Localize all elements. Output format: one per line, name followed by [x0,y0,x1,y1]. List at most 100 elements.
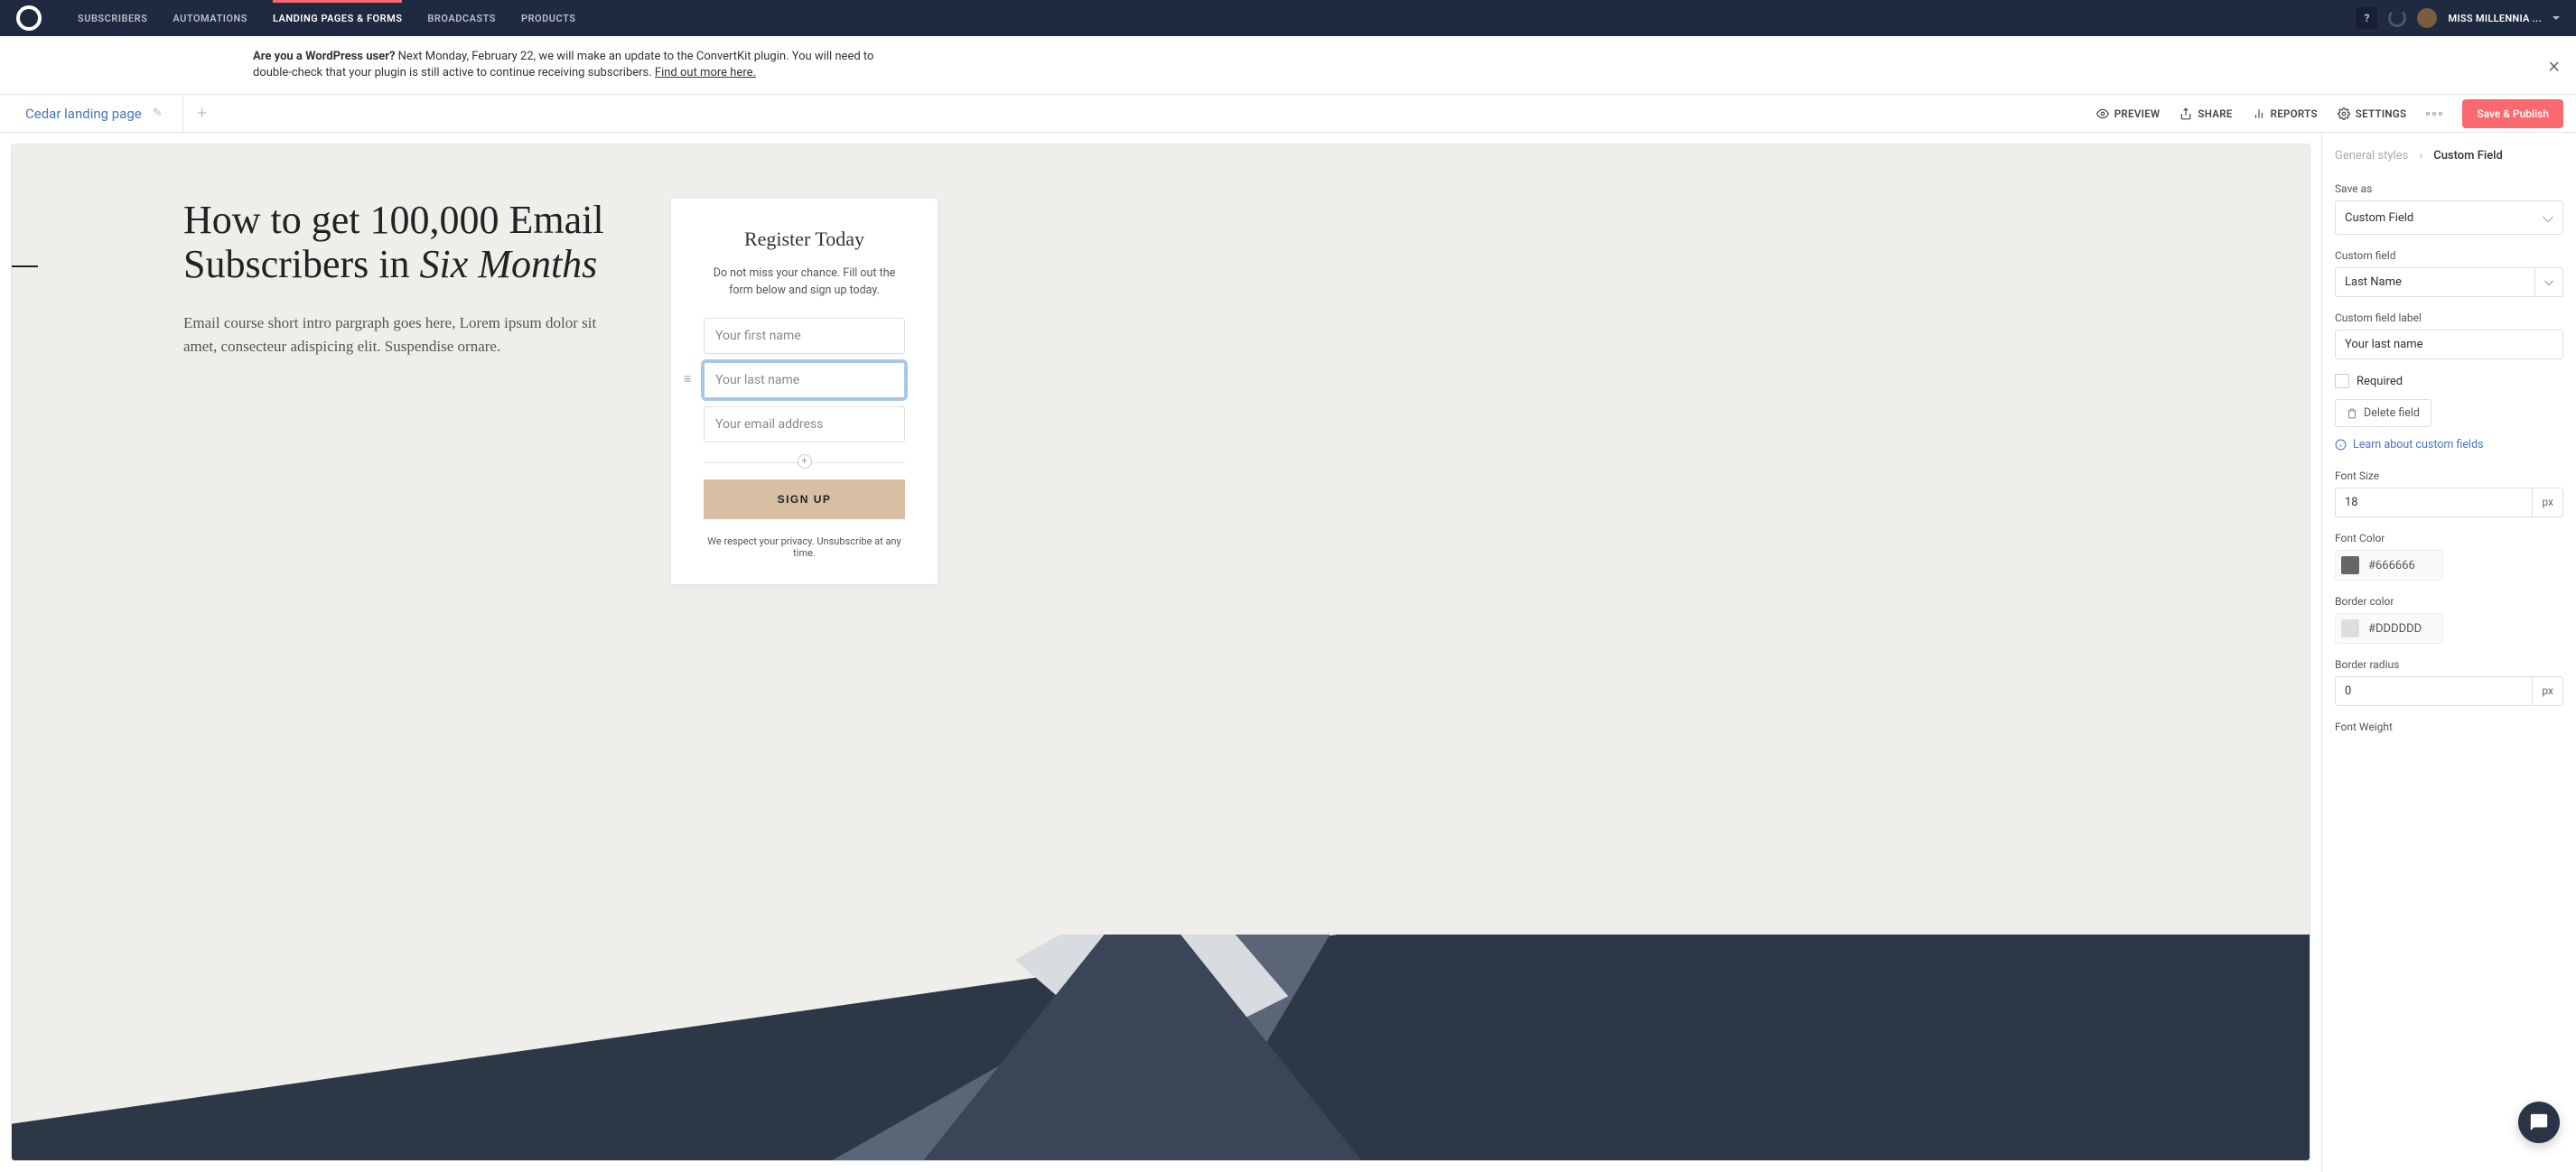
reports-button[interactable]: REPORTS [2253,107,2318,120]
info-icon [2335,439,2347,451]
nav-automations[interactable]: AUTOMATIONS [173,13,247,24]
banner-link[interactable]: Find out more here. [655,66,756,79]
nav-products[interactable]: PRODUCTS [521,13,575,24]
font-size-unit: px [2533,488,2563,517]
custom-field-select[interactable]: Last Name ⌵ [2335,267,2563,297]
share-label: SHARE [2198,107,2232,120]
border-radius-unit: px [2533,676,2563,706]
form-subtitle[interactable]: Do not miss your chance. Fill out the fo… [704,265,905,300]
logo-icon[interactable] [16,5,42,31]
font-color-swatch [2341,556,2359,574]
signup-button[interactable]: SIGN UP [704,479,905,519]
nav-landing-pages[interactable]: LANDING PAGES & FORMS [273,13,402,24]
font-color-value: #666666 [2368,559,2415,572]
properties-panel: General styles › Custom Field Save as Cu… [2321,133,2576,1172]
canvas: How to get 100,000 Email Subscribers in … [0,133,2321,1172]
settings-label: SETTINGS [2356,107,2407,120]
border-color-value: #DDDDDD [2368,622,2422,636]
main-area: How to get 100,000 Email Subscribers in … [0,133,2576,1172]
top-navbar: SUBSCRIBERS AUTOMATIONS LANDING PAGES & … [0,0,2576,36]
nav-broadcasts[interactable]: BROADCASTS [427,13,496,24]
last-name-input[interactable] [704,362,905,398]
chevron-down-icon[interactable]: ⌵ [2534,268,2562,296]
page-title[interactable]: Cedar landing page [25,106,142,122]
font-size-label: Font Size [2335,470,2563,482]
email-input[interactable] [704,406,905,442]
cfl-label: Custom field label [2335,312,2563,324]
add-field-button[interactable]: + [798,454,812,469]
nav-items: SUBSCRIBERS AUTOMATIONS LANDING PAGES & … [78,13,575,24]
caret-down-icon[interactable] [2553,16,2560,20]
nav-subscribers[interactable]: SUBSCRIBERS [78,13,147,24]
reports-label: REPORTS [2271,107,2318,120]
avatar[interactable] [2417,8,2437,28]
breadcrumb: General styles › Custom Field [2335,149,2563,163]
add-page-button[interactable]: + [198,104,207,123]
share-icon [2179,107,2192,120]
preview-label: PREVIEW [2114,107,2161,120]
user-menu[interactable]: MISS MILLENNIA ... [2448,13,2542,24]
border-color-label: Border color [2335,595,2563,608]
landing-preview[interactable]: How to get 100,000 Email Subscribers in … [11,144,2310,1161]
hero-background [12,935,2310,1160]
hero-headline[interactable]: How to get 100,000 Email Subscribers in … [183,199,617,286]
custom-field-label-input[interactable]: Your last name [2335,330,2563,359]
breadcrumb-current: Custom Field [2433,149,2503,163]
more-menu[interactable] [2426,112,2442,116]
banner-bold: Are you a WordPress user? [253,50,395,63]
pencil-icon[interactable]: ✎ [153,107,163,120]
hero-intro[interactable]: Email course short intro pargraph goes h… [183,312,617,358]
section-marker [11,265,38,267]
font-size-value: 18 [2345,496,2358,509]
learn-label: Learn about custom fields [2353,438,2484,451]
headline-em: Six Months [420,242,598,286]
font-color-label: Font Color [2335,532,2563,544]
custom-field-value: Last Name [2336,268,2534,296]
preview-button[interactable]: PREVIEW [2096,107,2161,120]
chat-widget[interactable] [2518,1102,2560,1143]
eye-icon [2096,107,2109,120]
border-radius-label: Border radius [2335,658,2563,671]
settings-button[interactable]: SETTINGS [2338,107,2407,120]
hero-text[interactable]: How to get 100,000 Email Subscribers in … [183,199,617,358]
border-color-input[interactable]: #DDDDDD [2335,613,2443,644]
form-title[interactable]: Register Today [704,228,905,251]
delete-label: Delete field [2364,406,2420,420]
save-as-label: Save as [2335,182,2563,195]
chart-icon [2253,107,2265,120]
font-color-input[interactable]: #666666 [2335,550,2443,581]
required-checkbox-row[interactable]: Required [2335,374,2563,388]
save-as-value: Custom Field [2345,211,2413,225]
share-button[interactable]: SHARE [2179,107,2232,120]
save-as-select[interactable]: Custom Field ⌵ [2335,200,2563,235]
last-name-field-wrap [704,362,905,406]
chevron-down-icon: ⌵ [2543,209,2553,227]
first-name-input[interactable] [704,318,905,354]
email-field-wrap [704,406,905,451]
loading-spinner-icon [2388,9,2406,27]
chat-icon [2529,1112,2549,1132]
learn-link[interactable]: Learn about custom fields [2335,438,2563,451]
required-label: Required [2357,375,2403,388]
required-checkbox[interactable] [2335,374,2349,388]
notice-banner: Are you a WordPress user? Next Monday, F… [0,36,2576,95]
editor-toolbar: Cedar landing page ✎ + PREVIEW SHARE REP… [0,95,2576,133]
help-button[interactable]: ? [2356,7,2377,29]
font-weight-label: Font Weight [2335,721,2563,733]
border-color-swatch [2341,619,2359,637]
delete-field-button[interactable]: Delete field [2335,399,2431,427]
gear-icon [2338,107,2350,120]
breadcrumb-prev[interactable]: General styles [2335,149,2408,163]
privacy-text[interactable]: We respect your privacy. Unsubscribe at … [704,535,905,559]
border-radius-input[interactable]: 0 [2335,676,2533,706]
signup-form: Register Today Do not miss your chance. … [671,199,938,584]
first-name-field-wrap [704,318,905,362]
add-field-row: + [704,454,905,470]
cfl-value: Your last name [2345,338,2423,351]
close-icon[interactable]: × [2548,52,2560,78]
font-size-input[interactable]: 18 [2335,488,2533,517]
trash-icon [2347,408,2357,419]
custom-field-label: Custom field [2335,249,2563,262]
save-publish-button[interactable]: Save & Publish [2462,99,2563,128]
border-radius-value: 0 [2345,684,2351,698]
